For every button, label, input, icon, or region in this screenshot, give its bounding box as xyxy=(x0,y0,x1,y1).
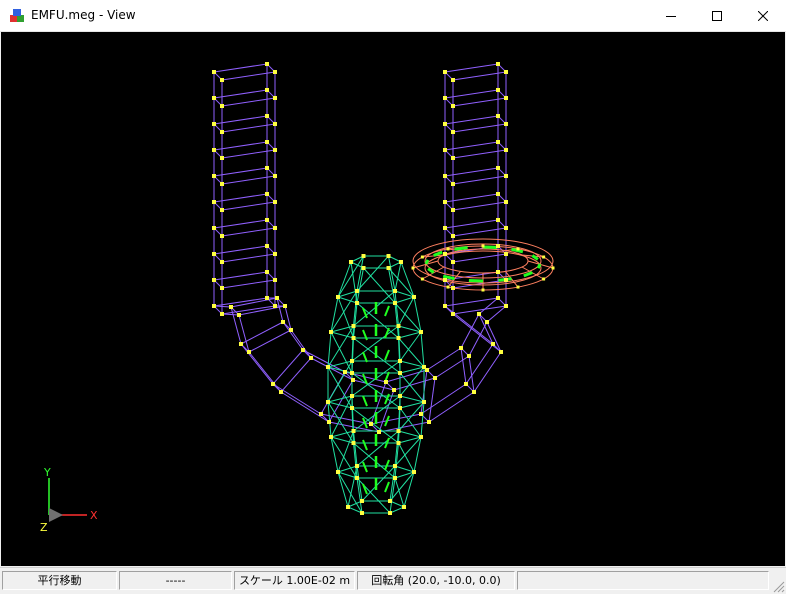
app-icon xyxy=(10,9,24,22)
mesh-scene: Y X Z xyxy=(40,62,555,534)
title-bar[interactable]: EMFU.meg - View xyxy=(0,0,786,32)
axis-triad: Y X Z xyxy=(40,466,98,534)
close-button[interactable] xyxy=(740,0,786,31)
status-scale: スケール 1.00E-02 m xyxy=(234,571,355,590)
maximize-button[interactable] xyxy=(694,0,740,31)
coil-mesh xyxy=(327,255,425,514)
axis-x-label: X xyxy=(90,509,98,522)
mesh-nodes xyxy=(212,62,555,515)
current-arrows xyxy=(362,245,542,495)
status-mode: 平行移動 xyxy=(2,571,117,590)
minimize-icon xyxy=(666,15,676,17)
window-title: EMFU.meg - View xyxy=(31,8,136,22)
axis-y-label: Y xyxy=(43,466,51,479)
status-value: ----- xyxy=(119,571,232,590)
status-bar: 平行移動 ----- スケール 1.00E-02 m 回転角 (20.0, -1… xyxy=(0,567,786,594)
axis-z-label: Z xyxy=(40,521,48,534)
resize-grip-icon[interactable] xyxy=(771,579,785,593)
minimize-button[interactable] xyxy=(648,0,694,31)
close-icon xyxy=(758,10,768,21)
status-empty-pane xyxy=(517,571,769,590)
3d-viewport[interactable]: Y X Z xyxy=(1,32,785,566)
maximize-icon xyxy=(712,10,722,21)
status-rotation: 回転角 (20.0, -10.0, 0.0) xyxy=(357,571,515,590)
app-window: EMFU.meg - View Y X Z 平行移動 ----- スケール 1.… xyxy=(0,0,786,594)
